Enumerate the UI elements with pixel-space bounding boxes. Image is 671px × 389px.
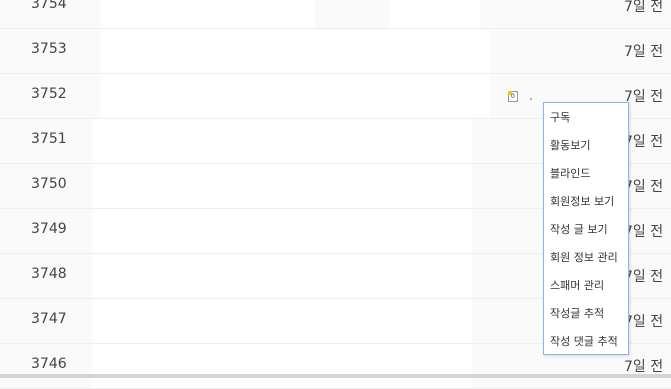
menu-item-view-activity[interactable]: 활동보기 — [550, 136, 590, 156]
table-row[interactable]: 3753 7일 전 — [0, 29, 671, 74]
post-number: 3749 — [31, 221, 67, 237]
post-number: 3750 — [31, 176, 67, 192]
post-date: 7일 전 — [624, 224, 664, 240]
attachment-icon[interactable]: 0 — [508, 91, 518, 102]
post-number: 3747 — [31, 311, 67, 327]
post-number: 3753 — [31, 41, 67, 57]
post-date: 7일 전 — [624, 134, 664, 150]
menu-item-track-posts[interactable]: 작성글 추적 — [550, 304, 604, 324]
row-cell — [100, 29, 490, 73]
post-number: 3746 — [31, 356, 67, 372]
row-cell — [100, 0, 315, 28]
row-cell — [92, 164, 472, 208]
post-date: 7일 전 — [624, 179, 664, 195]
post-number: 3751 — [31, 131, 67, 147]
member-context-menu: 구독 활동보기 블라인드 회원정보 보기 작성 글 보기 회원 정보 관리 스패… — [543, 102, 629, 355]
table-row[interactable]: 3754 7일 전 — [0, 0, 671, 29]
dot-separator — [530, 98, 532, 100]
menu-item-view-posts[interactable]: 작성 글 보기 — [550, 220, 608, 240]
row-cell — [92, 119, 472, 163]
menu-item-track-comments[interactable]: 작성 댓글 추적 — [550, 332, 618, 352]
post-number: 3752 — [31, 86, 67, 102]
row-cell — [92, 254, 472, 298]
post-date: 7일 전 — [624, 0, 664, 15]
post-number: 3748 — [31, 266, 67, 282]
post-date: 7일 전 — [624, 44, 664, 60]
horizontal-scrollbar[interactable] — [0, 374, 671, 378]
row-cell — [100, 74, 490, 118]
post-date: 7일 전 — [624, 359, 664, 375]
post-date: 7일 전 — [624, 269, 664, 285]
row-cell — [92, 344, 472, 388]
row-cell — [92, 299, 472, 343]
menu-item-view-member-info[interactable]: 회원정보 보기 — [550, 192, 614, 212]
menu-item-manage-member[interactable]: 회원 정보 관리 — [550, 248, 618, 268]
post-number: 3754 — [31, 0, 67, 12]
menu-item-manage-spammer[interactable]: 스패머 관리 — [550, 276, 604, 296]
menu-item-subscribe[interactable]: 구독 — [550, 108, 570, 128]
post-date: 7일 전 — [624, 89, 664, 105]
post-date: 7일 전 — [624, 314, 664, 330]
row-cell — [390, 0, 480, 28]
row-cell — [92, 209, 472, 253]
menu-item-blind[interactable]: 블라인드 — [550, 164, 590, 184]
